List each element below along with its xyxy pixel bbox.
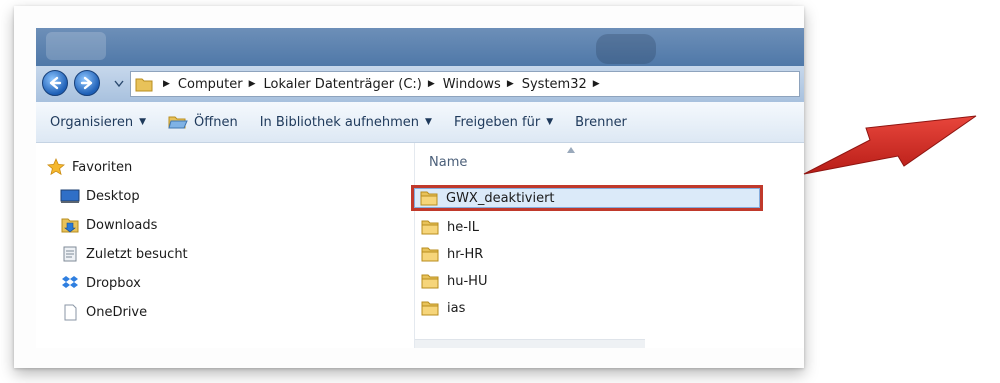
nav-item-recent[interactable]: Zuletzt besucht	[60, 245, 188, 263]
explorer-window: ▶ Computer ▶ Lokaler Datenträger (C:) ▶ …	[36, 28, 804, 348]
recent-pages-dropdown-icon[interactable]	[114, 78, 124, 88]
file-row[interactable]: hu-HU	[415, 269, 765, 293]
address-bar[interactable]: ▶ Computer ▶ Lokaler Datenträger (C:) ▶ …	[130, 71, 800, 97]
column-header-name[interactable]: Name	[429, 155, 467, 170]
navigation-bar: ▶ Computer ▶ Lokaler Datenträger (C:) ▶ …	[36, 66, 804, 102]
downloads-folder-icon	[60, 216, 80, 234]
breadcrumb-separator-icon[interactable]: ▶	[249, 79, 256, 89]
forward-button[interactable]	[74, 70, 100, 96]
breadcrumb-computer[interactable]: Computer	[178, 77, 243, 92]
share-with-button[interactable]: Freigeben für ▼	[454, 115, 553, 130]
folder-icon	[135, 78, 153, 92]
breadcrumb-windows[interactable]: Windows	[443, 77, 501, 92]
file-row[interactable]: hr-HR	[415, 242, 765, 266]
burn-button[interactable]: Brenner	[575, 115, 627, 130]
folder-icon	[420, 191, 438, 206]
onedrive-icon	[60, 303, 80, 321]
breadcrumb-separator-icon[interactable]: ▶	[163, 79, 170, 89]
dropbox-icon	[60, 274, 80, 292]
chevron-down-icon: ▼	[425, 117, 432, 127]
red-arrow-icon	[803, 115, 977, 175]
title-bar	[36, 28, 804, 66]
open-button[interactable]: Öffnen	[168, 114, 238, 130]
file-name: he-IL	[447, 219, 480, 235]
file-row[interactable]: he-IL	[415, 215, 765, 239]
file-row-selected[interactable]: GWX_deaktiviert	[411, 185, 763, 211]
breadcrumb-separator-icon[interactable]: ▶	[507, 79, 514, 89]
arrow-left-icon	[49, 76, 62, 90]
horizontal-scrollbar[interactable]	[415, 339, 645, 348]
breadcrumb-system32[interactable]: System32	[522, 77, 587, 92]
file-list-pane: Name GWX_deaktiviert he-IL hr-HR hu-HU i…	[411, 143, 804, 348]
breadcrumb-local-disk[interactable]: Lokaler Datenträger (C:)	[263, 77, 421, 92]
burn-label: Brenner	[575, 114, 627, 130]
open-label: Öffnen	[194, 114, 238, 130]
star-icon	[46, 158, 66, 176]
file-name: hu-HU	[447, 273, 488, 289]
file-name: ias	[447, 300, 466, 316]
nav-item-downloads[interactable]: Downloads	[60, 216, 157, 234]
chevron-down-icon: ▼	[546, 117, 554, 127]
include-library-label: In Bibliothek aufnehmen	[259, 114, 420, 130]
include-in-library-button[interactable]: In Bibliothek aufnehmen ▼	[260, 115, 432, 130]
breadcrumb-separator-icon[interactable]: ▶	[593, 79, 600, 89]
organize-label: Organisieren	[50, 114, 134, 130]
nav-item-onedrive[interactable]: OneDrive	[60, 303, 147, 321]
navigation-pane: Favoriten Desktop Downloads Zuletzt besu…	[36, 143, 415, 348]
share-label: Freigeben für	[453, 114, 541, 130]
folder-icon	[421, 301, 439, 316]
sort-ascending-icon	[567, 147, 575, 153]
chevron-down-icon: ▼	[139, 117, 147, 127]
folder-icon	[421, 220, 439, 235]
desktop-icon	[60, 187, 80, 205]
recent-places-icon	[60, 245, 80, 263]
open-folder-icon	[168, 116, 188, 129]
folder-icon	[421, 247, 439, 262]
file-name: hr-HR	[447, 246, 484, 262]
back-button[interactable]	[42, 70, 68, 96]
organize-button[interactable]: Organisieren ▼	[50, 115, 146, 130]
arrow-right-icon	[80, 76, 93, 90]
command-bar: Organisieren ▼ Öffnen In Bibliothek aufn…	[36, 102, 804, 143]
folder-icon	[421, 274, 439, 289]
file-row[interactable]: ias	[415, 296, 765, 320]
screenshot-frame: ▶ Computer ▶ Lokaler Datenträger (C:) ▶ …	[14, 6, 804, 368]
breadcrumb-separator-icon[interactable]: ▶	[428, 79, 435, 89]
nav-item-dropbox[interactable]: Dropbox	[60, 274, 141, 292]
nav-item-desktop[interactable]: Desktop	[60, 187, 140, 205]
nav-item-favorites[interactable]: Favoriten	[46, 158, 132, 176]
file-name: GWX_deaktiviert	[446, 190, 555, 206]
